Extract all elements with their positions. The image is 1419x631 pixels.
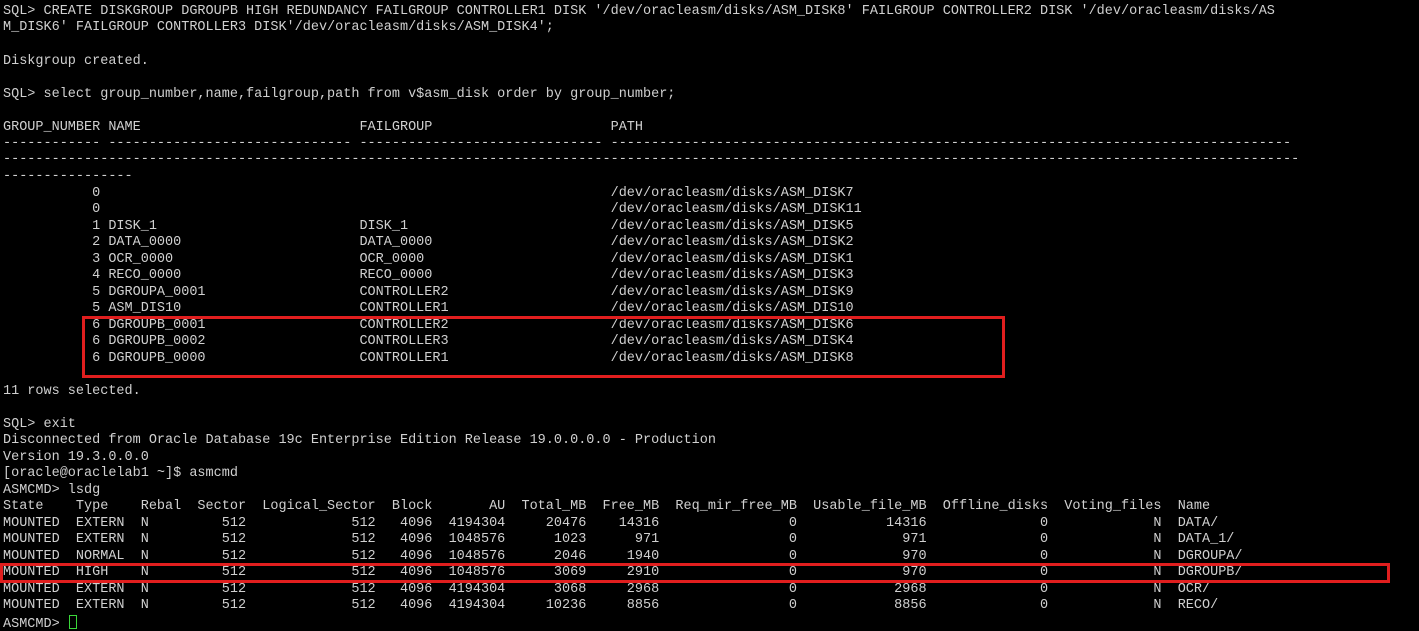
terminal-prompt-line[interactable]: ASMCMD> [3, 615, 77, 631]
terminal-line: 5 ASM_DIS10 CONTROLLER1 /dev/oracleasm/d… [3, 301, 854, 316]
terminal-line: MOUNTED EXTERN N 512 512 4096 4194304 30… [3, 582, 1211, 597]
terminal-window[interactable]: SQL> CREATE DISKGROUP DGROUPB HIGH REDUN… [0, 0, 1419, 631]
terminal-line: ---------------- [3, 169, 133, 184]
asmcmd-prompt: ASMCMD> [3, 617, 68, 631]
terminal-line: GROUP_NUMBER NAME FAILGROUP PATH [3, 120, 644, 135]
terminal-line: 3 OCR_0000 OCR_0000 /dev/oracleasm/disks… [3, 252, 854, 267]
terminal-line: ------------ ---------------------------… [3, 136, 1292, 151]
terminal-line: 5 DGROUPA_0001 CONTROLLER2 /dev/oracleas… [3, 285, 854, 300]
block-cursor-icon [68, 615, 77, 629]
terminal-line: 4 RECO_0000 RECO_0000 /dev/oracleasm/dis… [3, 268, 854, 283]
terminal-line: Diskgroup created. [3, 54, 149, 69]
terminal-line: Disconnected from Oracle Database 19c En… [3, 433, 716, 448]
terminal-line: [oracle@oraclelab1 ~]$ asmcmd [3, 466, 238, 481]
terminal-line: SQL> exit [3, 417, 76, 432]
terminal-line: 11 rows selected. [3, 384, 141, 399]
terminal-line: 6 DGROUPB_0000 CONTROLLER1 /dev/oracleas… [3, 351, 854, 366]
terminal-line: 2 DATA_0000 DATA_0000 /dev/oracleasm/dis… [3, 235, 854, 250]
terminal-line: MOUNTED EXTERN N 512 512 4096 4194304 20… [3, 516, 1219, 531]
terminal-line: ----------------------------------------… [3, 152, 1300, 167]
terminal-line: State Type Rebal Sector Logical_Sector B… [3, 499, 1211, 514]
terminal-line: Version 19.3.0.0.0 [3, 450, 149, 465]
terminal-line: M_DISK6' FAILGROUP CONTROLLER3 DISK'/dev… [3, 20, 554, 35]
terminal-line: 1 DISK_1 DISK_1 /dev/oracleasm/disks/ASM… [3, 219, 854, 234]
terminal-line: ASMCMD> lsdg [3, 483, 101, 498]
terminal-line: MOUNTED EXTERN N 512 512 4096 4194304 10… [3, 598, 1219, 613]
terminal-line: 6 DGROUPB_0001 CONTROLLER2 /dev/oracleas… [3, 318, 854, 333]
terminal-line: MOUNTED HIGH N 512 512 4096 1048576 3069… [3, 565, 1243, 580]
terminal-line: SQL> CREATE DISKGROUP DGROUPB HIGH REDUN… [3, 4, 1275, 19]
terminal-line: 0 /dev/oracleasm/disks/ASM_DISK11 [3, 202, 862, 217]
terminal-line: MOUNTED EXTERN N 512 512 4096 1048576 10… [3, 532, 1235, 547]
terminal-line: 6 DGROUPB_0002 CONTROLLER3 /dev/oracleas… [3, 334, 854, 349]
terminal-line: MOUNTED NORMAL N 512 512 4096 1048576 20… [3, 549, 1243, 564]
terminal-line: SQL> select group_number,name,failgroup,… [3, 87, 676, 102]
terminal-line: 0 /dev/oracleasm/disks/ASM_DISK7 [3, 186, 854, 201]
